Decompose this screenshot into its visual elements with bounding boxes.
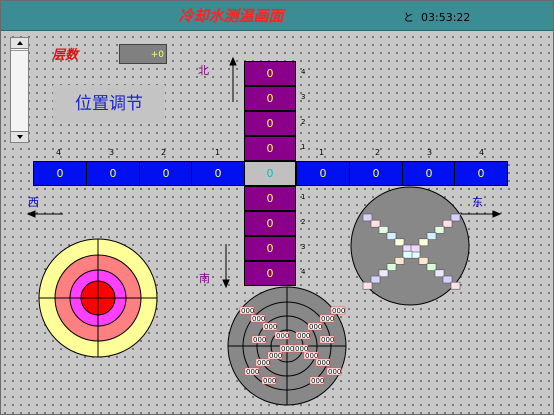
pipe-block — [378, 269, 389, 278]
cross-disc-icon — [350, 186, 470, 306]
sensor-label: 000 — [253, 336, 266, 344]
pipe-block — [434, 226, 445, 234]
pipe-block — [362, 281, 373, 290]
app-window: 冷却水测温画面 と 03:53:22 层数 +0 位置调节 北 南 西 东 0 … — [0, 0, 554, 415]
pipe-block — [450, 213, 461, 222]
pipe-block — [418, 257, 429, 265]
pipe-block — [434, 269, 445, 278]
sensor-label: 000 — [264, 323, 277, 331]
sensor-label: 000 — [241, 307, 254, 315]
sensor-label: 000 — [246, 368, 259, 376]
pipe-block — [426, 232, 437, 240]
sensor-label: 000 — [321, 315, 334, 323]
sensor-label: 000 — [311, 377, 324, 385]
pipe-block — [410, 244, 421, 253]
sensor-label: 000 — [269, 352, 282, 360]
sensor-label: 000 — [297, 332, 310, 340]
pipe-block — [394, 238, 405, 247]
pipe-block — [418, 238, 429, 247]
pipe-block — [370, 219, 381, 228]
pipe-block — [386, 263, 397, 271]
sensor-label: 000 — [252, 315, 265, 323]
sensor-label: 000 — [328, 368, 341, 376]
target-icon — [38, 238, 158, 358]
pipe-block — [426, 263, 437, 271]
sensor-label: 000 — [332, 307, 345, 315]
pipe-block — [362, 213, 373, 222]
sensor-label: 000 — [263, 377, 276, 385]
sensor-label: 000 — [257, 359, 270, 367]
sensor-label: 000 — [295, 345, 308, 353]
pipe-block — [386, 232, 397, 240]
sensor-label: 000 — [276, 332, 289, 340]
pipe-block — [378, 226, 389, 234]
sensor-label: 000 — [321, 336, 334, 344]
pipe-block — [442, 275, 453, 284]
sensor-label: 000 — [317, 359, 330, 367]
graphics-layer: 000000000 000000000000 000000000 000000000 0… — [38, 186, 470, 406]
pipe-block — [394, 257, 405, 265]
pipe-block — [442, 219, 453, 228]
pipe-block — [402, 250, 413, 259]
radial-disc-icon: 000000000 000000000000 000000000 000000000 0… — [227, 286, 347, 406]
pipe-block — [450, 281, 461, 290]
pipe-block — [370, 275, 381, 284]
sensor-label: 000 — [309, 323, 322, 331]
sensor-label: 000 — [281, 345, 294, 353]
